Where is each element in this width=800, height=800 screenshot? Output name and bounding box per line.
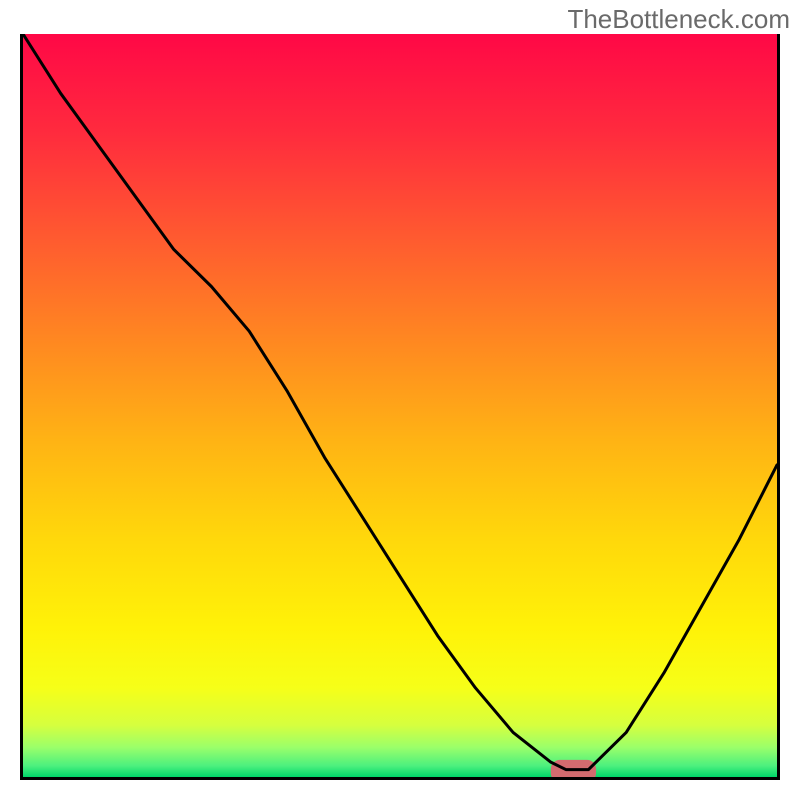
- gradient-background: [23, 34, 777, 777]
- chart-container: TheBottleneck.com: [0, 0, 800, 800]
- watermark-text: TheBottleneck.com: [567, 4, 790, 35]
- plot-frame: [20, 34, 780, 780]
- chart-svg: [23, 34, 777, 777]
